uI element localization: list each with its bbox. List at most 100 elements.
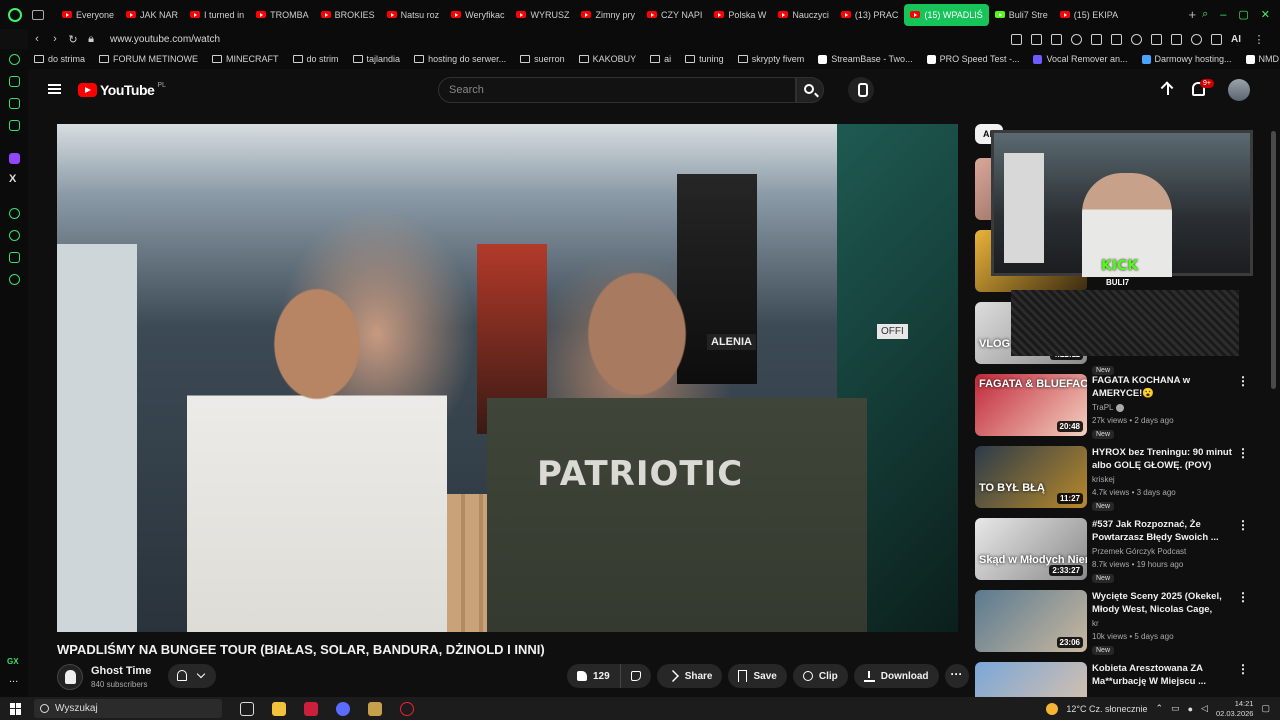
video-thumbnail[interactable]: FAGATA & BLUEFACE 20:48 [975, 374, 1087, 436]
microphone-icon[interactable]: ● [1188, 704, 1193, 714]
search-tabs-icon[interactable]: ⌕ [1202, 8, 1208, 21]
video-thumbnail[interactable]: Przepraszam... [975, 662, 1087, 697]
channel-name[interactable]: Ghost Time [91, 665, 151, 677]
aria-ai-button[interactable]: AI [1231, 34, 1241, 45]
recommended-title[interactable]: HYROX bez Treningu: 90 minut albo GOLĘ G… [1092, 446, 1237, 472]
clip-button[interactable]: Clip [792, 664, 848, 688]
recommended-channel[interactable]: kriskej [1092, 475, 1115, 484]
back-icon[interactable]: ‹ [28, 33, 46, 45]
more-options-icon[interactable]: ⋮ [1237, 374, 1249, 388]
recommended-video[interactable]: Skąd w Młodych Nienawiść2:33:27#537 Jak … [975, 518, 1260, 584]
tray-chevron-icon[interactable]: ⌃ [1156, 703, 1164, 714]
more-options-icon[interactable]: ⋮ [1237, 446, 1249, 460]
bookmark-item[interactable]: StreamBase - Two... [818, 54, 913, 64]
gx-corner-icon[interactable] [9, 76, 20, 87]
forward-icon[interactable]: › [46, 33, 64, 45]
download-button[interactable]: Download [853, 664, 939, 688]
kick-stream-overlay[interactable]: KICK BULI7 [991, 130, 1253, 358]
bookmark-item[interactable]: FORUM METINOWE [99, 54, 198, 64]
opera-gx-taskbar-icon[interactable] [304, 701, 318, 716]
profile-icon[interactable] [1191, 33, 1202, 45]
search-input[interactable]: Search [438, 77, 796, 103]
history-icon[interactable] [9, 230, 20, 241]
menu-icon[interactable]: ⋮ [1250, 33, 1268, 46]
task-view-icon[interactable] [240, 701, 254, 716]
gx-cleaner-icon[interactable] [9, 98, 20, 109]
recommended-video[interactable]: Przepraszam...Kobieta Aresztowana ZA Ma*… [975, 662, 1260, 697]
recommended-title[interactable]: FAGATA KOCHANA w AMERYCE!😮 [1092, 374, 1237, 400]
hamburger-menu-icon[interactable] [48, 84, 61, 94]
recommended-title[interactable]: #537 Jak Rozpoznać, Że Powtarzasz Błędy … [1092, 518, 1237, 544]
discord-taskbar-icon[interactable] [336, 701, 350, 716]
browser-tab[interactable]: Buli7 Stre [989, 4, 1054, 26]
url-field[interactable]: www.youtube.com/watch [110, 34, 220, 45]
browser-tab[interactable]: TROMBA [250, 4, 315, 26]
notification-center-icon[interactable]: ▢ [1261, 703, 1270, 714]
recommended-channel[interactable]: TraPL [1092, 403, 1124, 412]
recommended-video[interactable]: TO BYŁ BŁĄ 11:27 HYROX bez Treningu: 90 mi… [975, 446, 1260, 512]
more-actions-button[interactable]: ··· [944, 664, 969, 688]
bookmark-item[interactable]: PRO Speed Test -... [926, 54, 1019, 64]
video-thumbnail[interactable]: Skąd w Młodych Nienawiść2:33:27 [975, 518, 1087, 580]
browser-tab[interactable]: (15) WPADLIŚ [904, 3, 989, 26]
bookmark-item[interactable]: hosting do serwer... [414, 54, 506, 64]
browser-tab[interactable]: BROKIES [315, 4, 381, 26]
video-thumbnail[interactable]: 23:06 [975, 590, 1087, 652]
browser-tab[interactable]: CZY NAPI [641, 4, 708, 26]
recommended-video[interactable]: FAGATA & BLUEFACE 20:48 FAGATA KOCHANA w A… [975, 374, 1260, 440]
file-explorer-icon[interactable] [272, 701, 286, 716]
bookmark-item[interactable]: skrypty fivem [737, 54, 804, 64]
bookmark-item[interactable]: Vocal Remover an... [1033, 54, 1128, 64]
browser-tab[interactable]: Weryfikac [445, 4, 510, 26]
heart-icon[interactable] [1091, 33, 1102, 45]
taskbar-clock[interactable]: 14:21 02.03.2026 [1216, 699, 1254, 719]
vpn-icon[interactable] [1051, 33, 1062, 45]
extension-icon[interactable] [1111, 33, 1122, 45]
windows-start-icon[interactable] [10, 702, 22, 715]
recommended-title[interactable]: Kobieta Aresztowana ZA Ma**urbację W Mie… [1092, 662, 1237, 688]
workspaces-icon[interactable] [32, 9, 44, 20]
new-tab-button[interactable]: + [1182, 7, 1202, 22]
browser-tab[interactable]: Zimny pry [575, 4, 641, 26]
browser-tab[interactable]: (15) EKIPA [1054, 4, 1124, 26]
player-icon[interactable] [9, 208, 20, 219]
pin-icon[interactable] [1011, 33, 1022, 45]
bookmark-item[interactable]: do strim [292, 54, 339, 64]
twitch-icon[interactable] [9, 153, 20, 164]
youtube-logo[interactable]: YouTube PL [78, 82, 166, 98]
opera-gx-icon[interactable] [8, 7, 22, 22]
recommended-video[interactable]: 23:06 Wycięte Sceny 2025 (Okekel, Młody W… [975, 590, 1260, 656]
browser-tab[interactable]: Nauczyci [772, 4, 835, 26]
like-button[interactable]: 129 [567, 664, 621, 688]
voice-search-icon[interactable] [848, 77, 874, 103]
more-options-icon[interactable]: ⋮ [1237, 590, 1249, 604]
more-options-icon[interactable]: ⋮ [1237, 518, 1249, 532]
weather-text[interactable]: 12°C Cz. słonecznie [1066, 704, 1147, 714]
snapshot-icon[interactable] [1031, 33, 1042, 45]
recommended-title[interactable]: Wycięte Sceny 2025 (Okekel, Młody West, … [1092, 590, 1237, 617]
subscribed-notifications-button[interactable] [168, 664, 216, 688]
close-icon[interactable]: ✕ [1261, 8, 1270, 21]
bookmark-item[interactable]: KAKOBUY [578, 54, 636, 64]
browser-tab[interactable]: JAK NAR [120, 4, 184, 26]
more-options-icon[interactable]: ⋮ [1237, 662, 1249, 676]
channel-avatar[interactable] [57, 664, 83, 690]
gx-control-icon[interactable] [9, 54, 20, 65]
x-twitter-icon[interactable]: X [9, 173, 16, 185]
adblock-icon[interactable] [1131, 33, 1142, 45]
create-upload-icon[interactable] [1161, 82, 1175, 96]
settings-icon[interactable] [9, 274, 20, 285]
volume-icon[interactable]: ◁ [1201, 703, 1208, 714]
save-button[interactable]: Save [728, 664, 787, 688]
search-button[interactable] [796, 77, 824, 103]
translate-icon[interactable] [1151, 33, 1162, 45]
browser-tab[interactable]: Polska W [708, 4, 772, 26]
browser-tab[interactable]: (13) PRAC [835, 4, 905, 26]
bookmark-item[interactable]: ai [650, 54, 671, 64]
play-icon[interactable] [1071, 33, 1082, 45]
maximize-icon[interactable]: ▢ [1238, 8, 1248, 21]
bookmark-item[interactable]: do strima [34, 54, 85, 64]
video-player[interactable]: PATRIOTIC ALENIA OFFI [57, 124, 958, 632]
obs-taskbar-icon[interactable] [400, 701, 414, 716]
bookmark-item[interactable]: suerron [520, 54, 565, 64]
